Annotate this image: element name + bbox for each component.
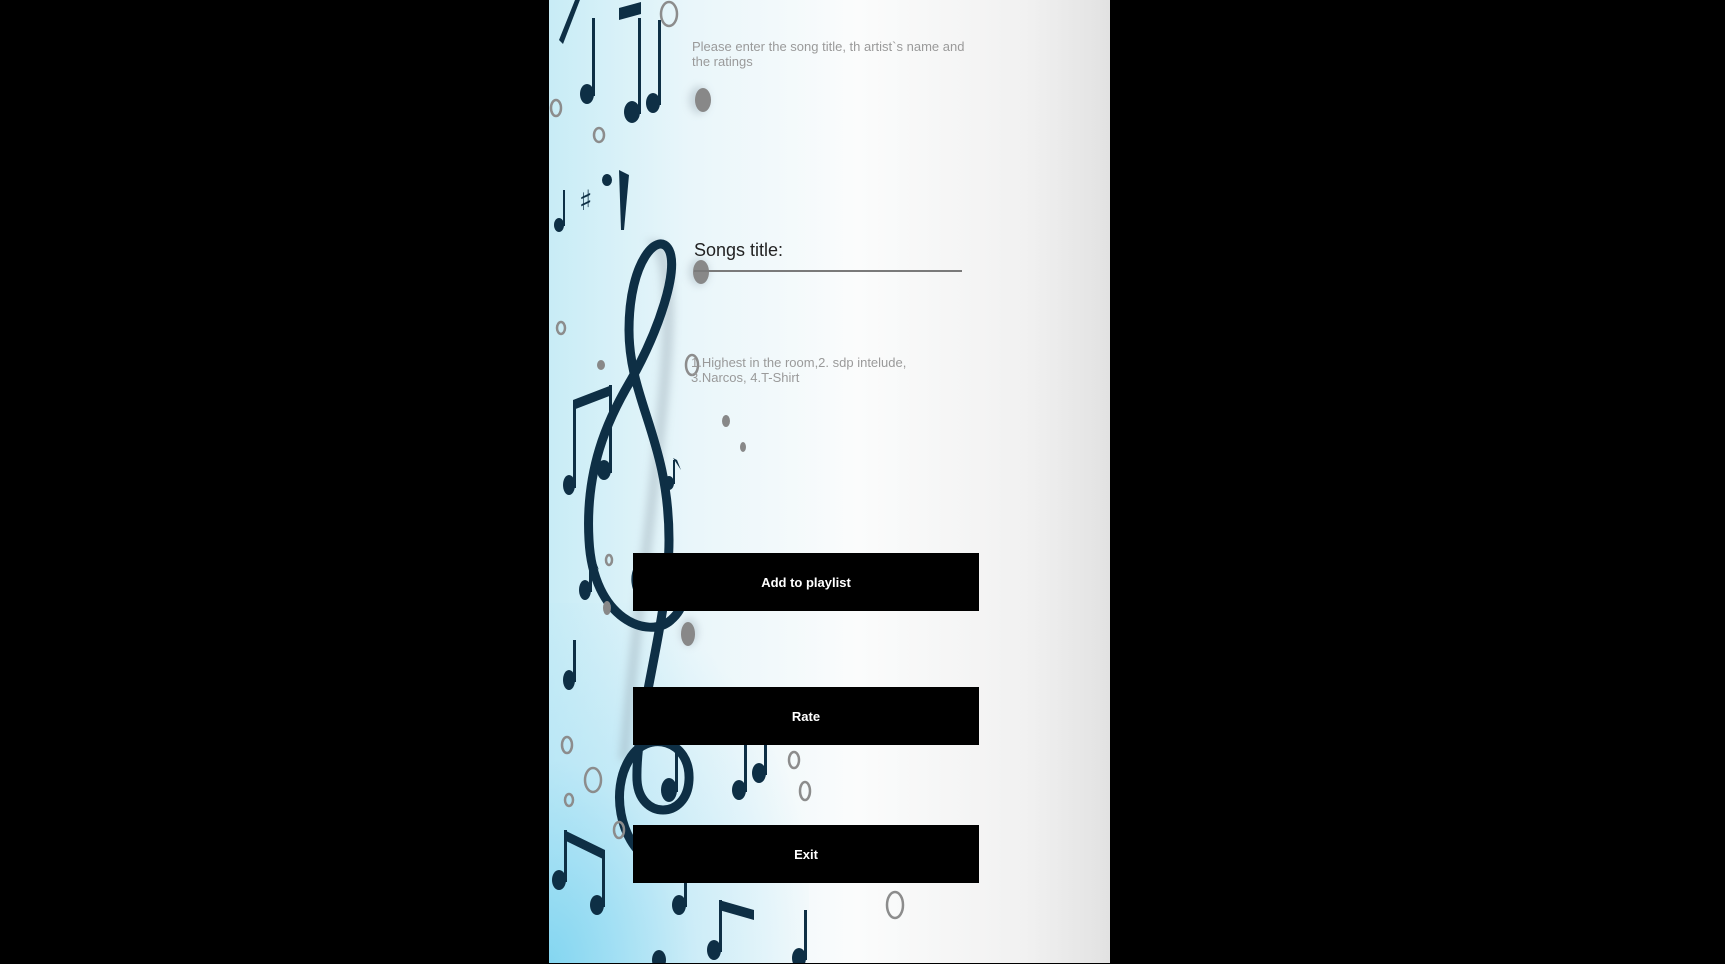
songs-list-hint: 1.Highest in the room,2. sdp intelude, 3… <box>691 355 907 385</box>
rate-button[interactable]: Rate <box>633 687 979 745</box>
svg-text:♯: ♯ <box>579 184 593 217</box>
instruction-text: Please enter the song title, th artist`s… <box>692 39 965 69</box>
add-to-playlist-button[interactable]: Add to playlist <box>633 553 979 611</box>
app-screen: ♯ Please enter the song title, th artist… <box>549 0 1110 963</box>
song-title-input[interactable] <box>694 234 962 266</box>
music-notes-background: ♯ <box>549 0 905 963</box>
song-title-field[interactable] <box>694 234 962 272</box>
exit-button[interactable]: Exit <box>633 825 979 883</box>
